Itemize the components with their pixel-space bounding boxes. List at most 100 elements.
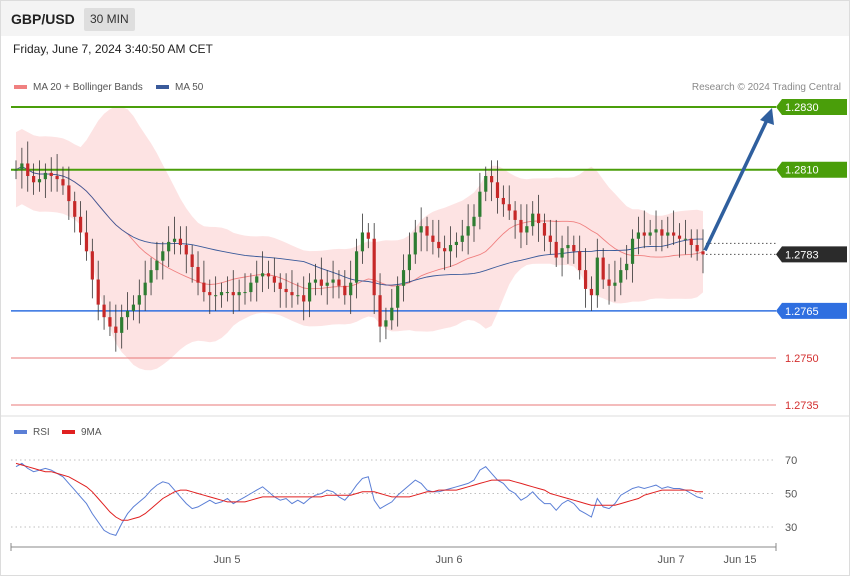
candle-body bbox=[490, 176, 494, 183]
candle-body bbox=[125, 310, 130, 318]
candle-body bbox=[225, 292, 229, 294]
candle-body bbox=[507, 204, 511, 211]
rsi-tick-label: 50 bbox=[785, 489, 797, 501]
candle-body bbox=[431, 235, 435, 242]
candle-body bbox=[354, 251, 359, 283]
candle-body bbox=[648, 232, 652, 236]
candle-body bbox=[542, 223, 547, 236]
legend-rsi: RSI bbox=[33, 427, 50, 438]
x-tick-label: Jun 6 bbox=[436, 554, 463, 566]
candle-body bbox=[654, 229, 658, 233]
candle-body bbox=[231, 292, 235, 296]
level-label: 1.2830 bbox=[785, 102, 819, 114]
candle-body bbox=[666, 232, 670, 236]
candle-body bbox=[613, 282, 617, 286]
rsi-line bbox=[15, 462, 704, 536]
candle-body bbox=[55, 176, 59, 180]
candle-body bbox=[419, 226, 423, 233]
candle-body bbox=[460, 235, 464, 242]
candle-body bbox=[20, 163, 24, 170]
candle-body bbox=[196, 266, 200, 283]
candle-body bbox=[625, 263, 629, 271]
candle-body bbox=[237, 292, 241, 296]
candle-body bbox=[114, 326, 118, 333]
candle-body bbox=[155, 260, 159, 271]
candle-body bbox=[307, 282, 312, 302]
candle-body bbox=[378, 295, 382, 327]
rsi-tick-label: 30 bbox=[785, 522, 797, 534]
candle-body bbox=[366, 232, 370, 239]
candle-body bbox=[360, 232, 365, 252]
candle-body bbox=[384, 320, 388, 327]
candle-body bbox=[202, 282, 206, 293]
candle-body bbox=[49, 172, 53, 177]
candle-body bbox=[84, 232, 89, 252]
candle-body bbox=[443, 248, 447, 252]
legend-ma50: MA 50 bbox=[175, 82, 204, 93]
candle-body bbox=[243, 292, 247, 294]
candle-body bbox=[290, 292, 294, 296]
copyright-text: Research © 2024 Trading Central bbox=[692, 82, 841, 93]
candle-body bbox=[484, 176, 488, 192]
candle-body bbox=[619, 270, 623, 283]
candle-body bbox=[14, 169, 18, 171]
candle-body bbox=[407, 254, 412, 271]
legend-ma20: MA 20 + Bollinger Bands bbox=[33, 82, 143, 93]
candle-body bbox=[683, 238, 687, 240]
candle-body bbox=[261, 273, 265, 277]
candle-body bbox=[583, 270, 588, 289]
rsi-tick-label: 70 bbox=[785, 455, 797, 467]
candle-body bbox=[554, 241, 558, 258]
candle-body bbox=[272, 276, 276, 283]
x-tick-label: Jun 5 bbox=[214, 554, 241, 566]
candle-body bbox=[266, 273, 271, 277]
level-label: 1.2750 bbox=[785, 353, 819, 365]
level-label: 1.2735 bbox=[785, 400, 819, 412]
candle-body bbox=[531, 213, 535, 227]
candle-body bbox=[437, 241, 441, 249]
candle-body bbox=[548, 235, 552, 242]
candle-body bbox=[26, 163, 30, 177]
candle-body bbox=[601, 257, 605, 280]
candle-body bbox=[636, 232, 641, 239]
candle-body bbox=[90, 251, 94, 280]
candle-body bbox=[672, 232, 676, 236]
candle-body bbox=[660, 229, 664, 236]
candle-body bbox=[343, 285, 347, 296]
candle-body bbox=[319, 279, 323, 286]
candle-body bbox=[61, 179, 65, 186]
candle-body bbox=[413, 232, 417, 255]
projection-arrow bbox=[703, 117, 770, 252]
candle-body bbox=[255, 276, 259, 283]
candle-body bbox=[572, 245, 576, 252]
level-label: 1.2810 bbox=[785, 165, 819, 177]
candle-body bbox=[78, 216, 83, 233]
candle-body bbox=[131, 304, 136, 311]
candle-body bbox=[495, 182, 500, 198]
candle-body bbox=[149, 270, 153, 283]
candle-body bbox=[278, 282, 282, 289]
candle-body bbox=[695, 245, 699, 252]
candle-body bbox=[607, 279, 611, 286]
candle-body bbox=[677, 235, 682, 239]
candle-body bbox=[372, 238, 376, 296]
candle-body bbox=[167, 241, 171, 252]
candle-body bbox=[454, 241, 458, 246]
candle-body bbox=[478, 191, 482, 217]
candle-body bbox=[325, 282, 329, 286]
candle-body bbox=[67, 185, 71, 202]
candle-body bbox=[190, 254, 194, 267]
candle-body bbox=[536, 213, 541, 224]
x-tick-label: Jun 7 bbox=[658, 554, 685, 566]
candle-body bbox=[472, 216, 476, 227]
candle-body bbox=[73, 201, 77, 217]
candle-body bbox=[249, 282, 253, 293]
candle-body bbox=[642, 232, 646, 236]
candle-body bbox=[219, 292, 224, 296]
candle-body bbox=[96, 279, 100, 305]
candle-body bbox=[172, 238, 177, 242]
candle-body bbox=[102, 304, 106, 318]
candle-body bbox=[296, 295, 300, 297]
candle-body bbox=[560, 248, 564, 258]
price-chart: 1.2830 1.2810 1.2783 1.2765 1.2750 1.2735 MA 2… bbox=[1, 82, 849, 566]
